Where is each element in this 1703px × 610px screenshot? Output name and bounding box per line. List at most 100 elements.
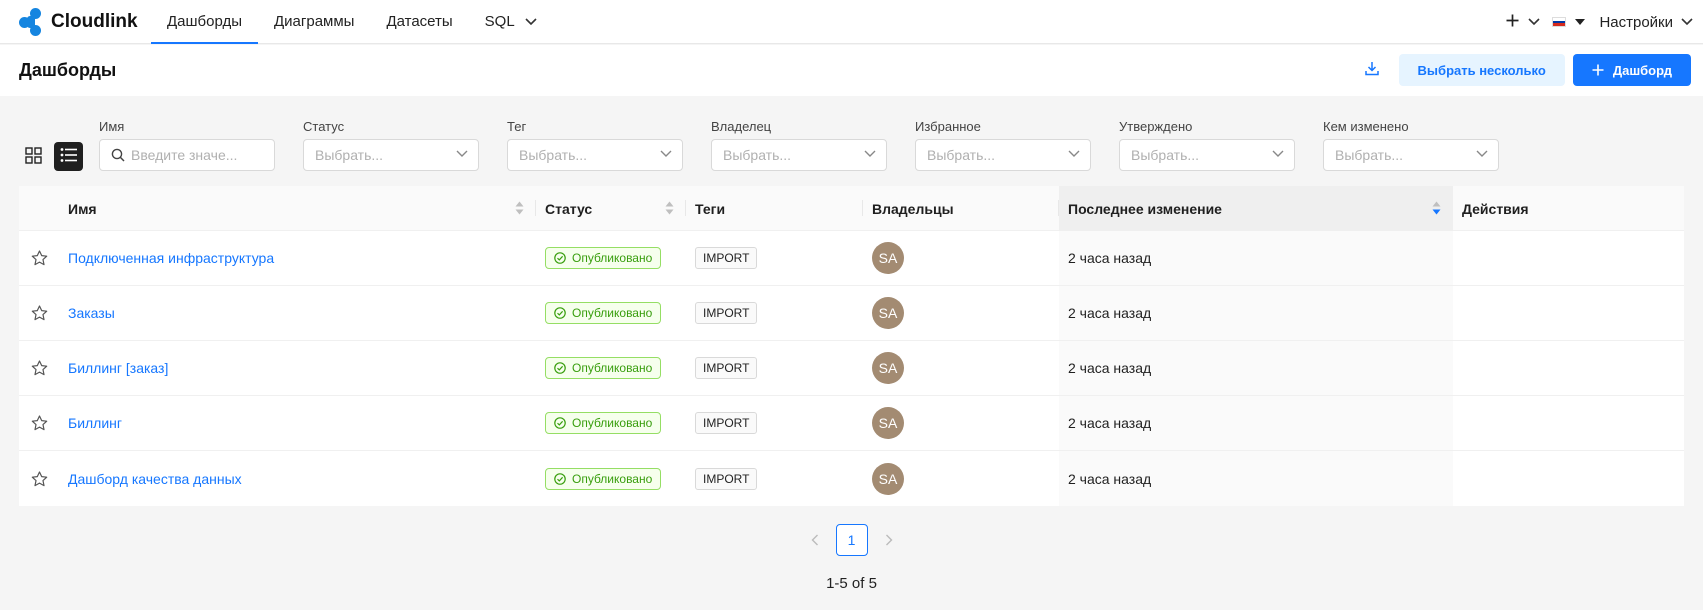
owner-avatar[interactable]: SA: [872, 352, 904, 384]
plus-icon: [1506, 14, 1519, 30]
tag-chip[interactable]: IMPORT: [695, 302, 758, 324]
favorite-star-button[interactable]: [19, 341, 59, 395]
certified-select[interactable]: Выбрать...: [1119, 139, 1295, 171]
modified-by-select[interactable]: Выбрать...: [1323, 139, 1499, 171]
settings-menu[interactable]: Настройки: [1599, 14, 1693, 31]
pagination: 1: [0, 524, 1703, 556]
chevron-down-icon: [1272, 150, 1284, 158]
filter-placeholder: Выбрать...: [315, 147, 384, 163]
status-select[interactable]: Выбрать...: [303, 139, 479, 171]
sort-icon: [665, 201, 674, 215]
caret-down-icon: [1575, 18, 1586, 26]
next-page-button[interactable]: [873, 524, 905, 556]
status-badge: Опубликовано: [545, 357, 662, 379]
russia-flag-icon: [1552, 17, 1567, 27]
header-status[interactable]: Статус: [536, 186, 686, 231]
filter-favorite: Избранное Выбрать...: [915, 118, 1091, 171]
status-text: Опубликовано: [572, 471, 653, 486]
search-icon: [111, 148, 125, 162]
filter-label: Статус: [303, 119, 345, 134]
status-text: Опубликовано: [572, 416, 653, 430]
list-view-toggle[interactable]: [54, 142, 83, 171]
column-title: Последнее изменение: [1068, 200, 1222, 217]
download-button[interactable]: [1357, 54, 1387, 86]
table-row: Дашборд качества данных Опубликовано IMP…: [19, 451, 1684, 506]
filter-certified: Утверждено Выбрать...: [1119, 118, 1295, 171]
chevron-down-icon: [525, 17, 537, 26]
star-icon: [31, 360, 47, 376]
favorite-star-button[interactable]: [19, 451, 59, 506]
dashboard-link[interactable]: Заказы: [68, 305, 115, 321]
chevron-down-icon: [456, 150, 468, 158]
plus-icon: [1592, 64, 1604, 76]
star-icon: [31, 250, 47, 266]
favorite-star-button[interactable]: [19, 231, 59, 285]
status-text: Опубликовано: [572, 251, 653, 265]
card-view-toggle[interactable]: [19, 142, 48, 171]
dashboard-link[interactable]: Биллинг: [68, 415, 122, 431]
chevron-left-icon: [811, 534, 818, 546]
page-range-text: 1-5 of 5: [826, 575, 877, 592]
tag-chip[interactable]: IMPORT: [695, 467, 758, 490]
header-actions: Действия: [1453, 186, 1684, 231]
top-navbar: Cloudlink Дашборды Диаграммы Датасеты SQ…: [0, 0, 1703, 44]
owner-avatar[interactable]: SA: [872, 242, 904, 274]
tag-select[interactable]: Выбрать...: [507, 139, 683, 171]
filter-placeholder: Выбрать...: [1131, 147, 1200, 163]
dashboard-link[interactable]: Подключенная инфраструктура: [68, 250, 274, 266]
owner-avatar[interactable]: SA: [872, 407, 904, 439]
page-number-button[interactable]: 1: [835, 524, 868, 556]
table-row: Заказы Опубликовано IMPORT SA 2 часа наз…: [19, 286, 1684, 341]
nav-tab-datasets[interactable]: Датасеты: [370, 0, 468, 44]
header-last-modified[interactable]: Последнее изменение: [1059, 186, 1453, 231]
dashboard-link[interactable]: Дашборд качества данных: [68, 471, 242, 487]
check-circle-icon: [554, 362, 566, 374]
page-title: Дашборды: [19, 60, 117, 80]
sort-desc-icon: [1432, 201, 1441, 215]
chevron-down-icon: [1476, 150, 1488, 158]
nav-tab-charts[interactable]: Диаграммы: [258, 0, 370, 44]
list-icon: [60, 147, 78, 166]
tag-chip[interactable]: IMPORT: [695, 412, 758, 434]
cloudlink-logo-icon: [19, 7, 47, 36]
language-selector[interactable]: [1552, 17, 1586, 27]
column-title: Действия: [1462, 200, 1529, 217]
name-search-input[interactable]: Введите значе...: [99, 139, 275, 171]
tag-chip[interactable]: IMPORT: [695, 357, 758, 379]
table-row: Биллинг Опубликовано IMPORT SA 2 часа на…: [19, 396, 1684, 451]
nav-tab-label: Датасеты: [386, 13, 453, 30]
header-name[interactable]: Имя: [59, 186, 536, 231]
nav-tab-sql[interactable]: SQL: [469, 0, 553, 44]
owner-avatar[interactable]: SA: [872, 297, 904, 329]
download-icon: [1364, 61, 1379, 79]
filter-modified-by: Кем изменено Выбрать...: [1323, 118, 1499, 171]
row-actions: [1453, 286, 1684, 340]
status-badge: Опубликовано: [545, 247, 662, 269]
prev-page-button[interactable]: [799, 524, 831, 556]
create-new-menu[interactable]: [1506, 14, 1541, 30]
status-badge: Опубликовано: [545, 467, 662, 490]
column-title: Имя: [68, 200, 97, 217]
add-dashboard-button[interactable]: Дашборд: [1572, 54, 1691, 86]
dashboard-link[interactable]: Биллинг [заказ]: [68, 360, 168, 376]
owner-select[interactable]: Выбрать...: [711, 139, 887, 171]
favorite-star-button[interactable]: [19, 286, 59, 340]
filter-owner: Владелец Выбрать...: [711, 118, 887, 171]
nav-tab-dashboards[interactable]: Дашборды: [151, 0, 258, 44]
chevron-down-icon: [1528, 18, 1541, 26]
nav-tab-label: SQL: [484, 13, 515, 30]
favorite-select[interactable]: Выбрать...: [915, 139, 1091, 171]
brand-logo[interactable]: Cloudlink: [19, 7, 151, 36]
last-modified-text: 2 часа назад: [1068, 360, 1152, 376]
last-modified-text: 2 часа назад: [1068, 415, 1152, 431]
favorite-star-button[interactable]: [19, 396, 59, 450]
owner-avatar[interactable]: SA: [872, 462, 904, 495]
settings-label: Настройки: [1599, 13, 1673, 31]
check-circle-icon: [554, 417, 566, 429]
sort-icon: [515, 201, 524, 215]
header-owners: Владельцы: [863, 186, 1059, 231]
select-multiple-button[interactable]: Выбрать несколько: [1398, 54, 1565, 86]
tag-chip[interactable]: IMPORT: [695, 247, 758, 269]
chevron-down-icon: [1068, 150, 1080, 158]
filter-name: Имя Введите значе...: [99, 118, 275, 171]
